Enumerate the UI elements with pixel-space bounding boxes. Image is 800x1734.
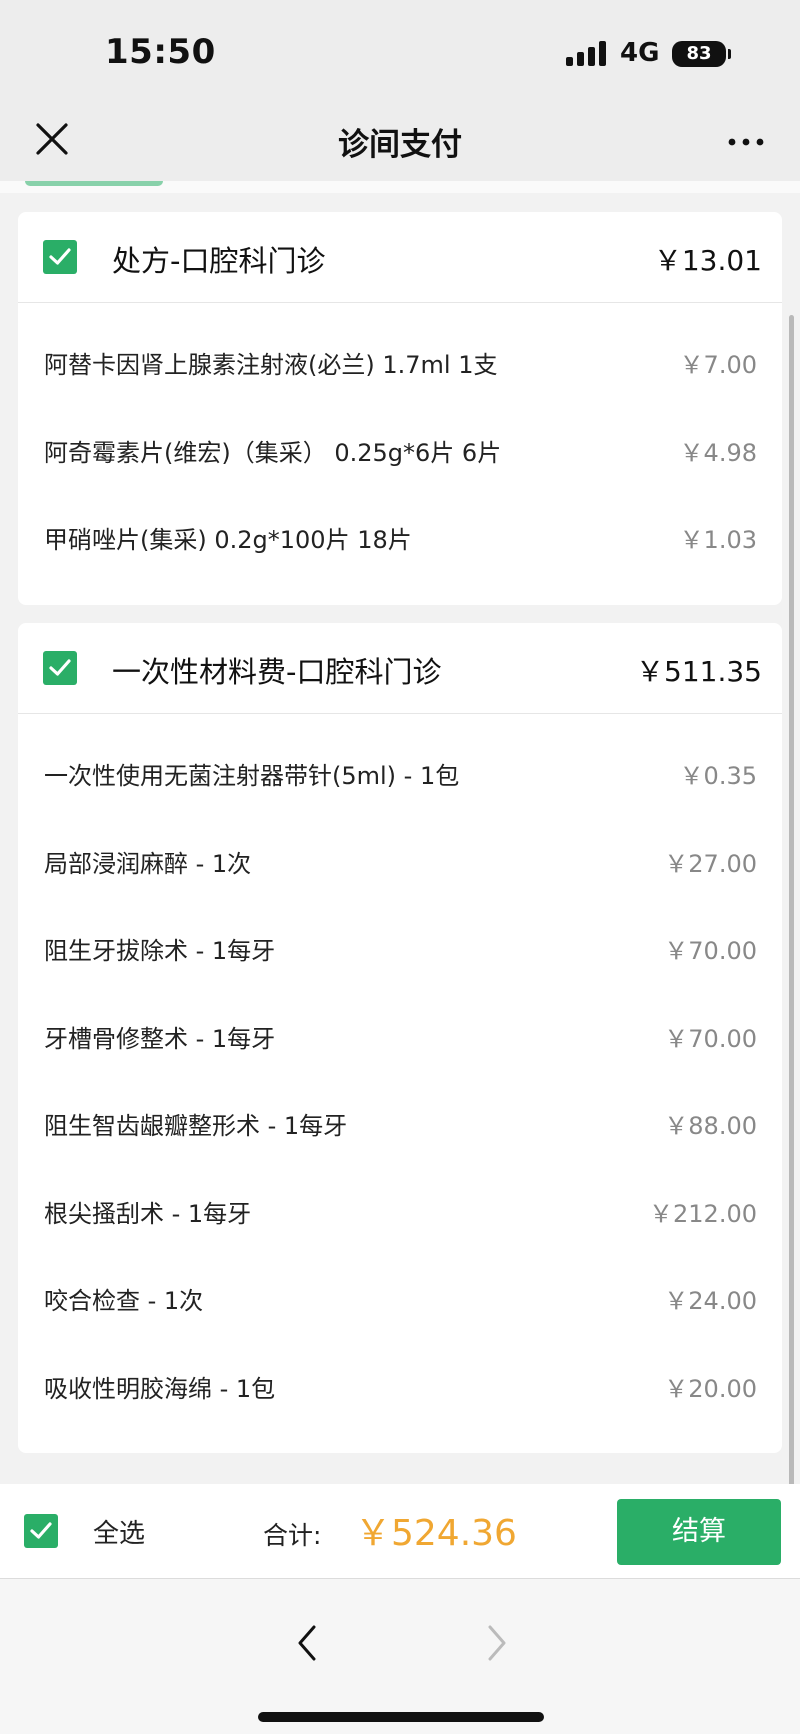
item-price: ￥212.00 — [649, 1199, 757, 1228]
network-type: 4G — [620, 38, 660, 68]
page-title: 诊间支付 — [338, 127, 462, 163]
signal-icon — [566, 41, 608, 66]
list-item: 甲硝唑片(集采) 0.2g*100片 18片 ￥1.03 — [18, 496, 782, 584]
item-price: ￥88.00 — [664, 1112, 757, 1140]
select-all-label[interactable]: 全选 — [93, 1513, 145, 1550]
scroll-content[interactable]: 处方-口腔科门诊 ￥13.01 阿替卡因肾上腺素注射液(必兰) 1.7ml 1支… — [0, 181, 800, 1484]
status-time: 15:50 — [105, 32, 216, 72]
item-list: 一次性使用无菌注射器带针(5ml) - 1包 ￥0.35 局部浸润麻醉 - 1次… — [18, 714, 782, 1432]
section-title: 处方-口腔科门诊 — [112, 244, 326, 278]
select-all-checkbox[interactable] — [24, 1514, 58, 1548]
item-name: 阿替卡因肾上腺素注射液(必兰) 1.7ml 1支 — [44, 351, 498, 379]
section-total: ￥13.01 — [653, 244, 762, 277]
total-label: 合计: — [263, 1521, 322, 1550]
list-item: 吸收性明胶海绵 - 1包 ￥20.00 — [18, 1345, 782, 1433]
home-indicator — [258, 1712, 544, 1722]
item-name: 根尖搔刮术 - 1每牙 — [44, 1199, 252, 1228]
checkmark-icon — [30, 1522, 52, 1539]
item-name: 阿奇霉素片(维宏)（集采） 0.25g*6片 6片 — [44, 438, 502, 467]
checkout-button[interactable]: 结算 — [617, 1499, 781, 1565]
section-card-prescription: 处方-口腔科门诊 ￥13.01 阿替卡因肾上腺素注射液(必兰) 1.7ml 1支… — [18, 212, 782, 605]
nav-bar: 诊间支付 — [0, 105, 800, 181]
item-price: ￥0.35 — [679, 762, 757, 790]
section-header: 处方-口腔科门诊 ￥13.01 — [18, 212, 782, 303]
back-button[interactable] — [290, 1621, 326, 1665]
item-name: 阻生智齿龈瓣整形术 - 1每牙 — [44, 1112, 348, 1140]
forward-button[interactable] — [478, 1621, 514, 1665]
item-list: 阿替卡因肾上腺素注射液(必兰) 1.7ml 1支 ￥7.00 阿奇霉素片(维宏)… — [18, 303, 782, 584]
section-total: ￥511.35 — [636, 655, 762, 688]
list-item: 阻生牙拔除术 - 1每牙 ￥70.00 — [18, 907, 782, 995]
top-tab-indicator — [25, 181, 163, 186]
list-item: 一次性使用无菌注射器带针(5ml) - 1包 ￥0.35 — [18, 732, 782, 820]
list-item: 阿替卡因肾上腺素注射液(必兰) 1.7ml 1支 ￥7.00 — [18, 321, 782, 409]
list-item: 咬合检查 - 1次 ￥24.00 — [18, 1257, 782, 1345]
item-name: 一次性使用无菌注射器带针(5ml) - 1包 — [44, 762, 460, 790]
top-strip — [0, 181, 800, 193]
section-checkbox[interactable] — [43, 240, 77, 274]
list-item: 根尖搔刮术 - 1每牙 ￥212.00 — [18, 1170, 782, 1258]
item-price: ￥27.00 — [664, 849, 757, 878]
chevron-right-icon — [488, 1625, 506, 1661]
scrollbar[interactable] — [789, 315, 794, 1487]
item-price: ￥70.00 — [664, 937, 757, 965]
list-item: 牙槽骨修整术 - 1每牙 ￥70.00 — [18, 995, 782, 1083]
item-name: 局部浸润麻醉 - 1次 — [44, 849, 252, 878]
more-icon — [728, 138, 764, 146]
chevron-left-icon — [298, 1625, 316, 1661]
section-checkbox[interactable] — [43, 651, 77, 685]
item-name: 牙槽骨修整术 - 1每牙 — [44, 1024, 276, 1053]
list-item: 阿奇霉素片(维宏)（集采） 0.25g*6片 6片 ￥4.98 — [18, 409, 782, 497]
item-name: 阻生牙拔除术 - 1每牙 — [44, 937, 276, 965]
checkout-bar: 全选 合计: ￥524.36 结算 — [0, 1484, 800, 1579]
battery-nub — [728, 49, 731, 59]
checkmark-icon — [49, 248, 71, 265]
item-price: ￥4.98 — [679, 438, 757, 467]
total-amount: ￥524.36 — [355, 1513, 517, 1554]
section-header: 一次性材料费-口腔科门诊 ￥511.35 — [18, 623, 782, 714]
list-item: 局部浸润麻醉 - 1次 ￥27.00 — [18, 820, 782, 908]
battery-icon: 83 — [672, 41, 726, 67]
section-title: 一次性材料费-口腔科门诊 — [112, 655, 442, 689]
section-card-materials: 一次性材料费-口腔科门诊 ￥511.35 一次性使用无菌注射器带针(5ml) -… — [18, 623, 782, 1453]
item-price: ￥20.00 — [664, 1374, 757, 1403]
item-price: ￥24.00 — [664, 1287, 757, 1315]
status-bar: 15:50 4G 83 — [0, 0, 800, 105]
more-button[interactable] — [724, 127, 768, 157]
item-name: 咬合检查 - 1次 — [44, 1287, 204, 1315]
item-price: ￥70.00 — [664, 1024, 757, 1053]
item-name: 甲硝唑片(集采) 0.2g*100片 18片 — [44, 526, 412, 554]
item-price: ￥1.03 — [679, 526, 757, 554]
item-price: ￥7.00 — [679, 351, 757, 379]
browser-toolbar — [0, 1579, 800, 1734]
item-name: 吸收性明胶海绵 - 1包 — [44, 1374, 276, 1403]
checkmark-icon — [49, 659, 71, 676]
list-item: 阻生智齿龈瓣整形术 - 1每牙 ￥88.00 — [18, 1082, 782, 1170]
